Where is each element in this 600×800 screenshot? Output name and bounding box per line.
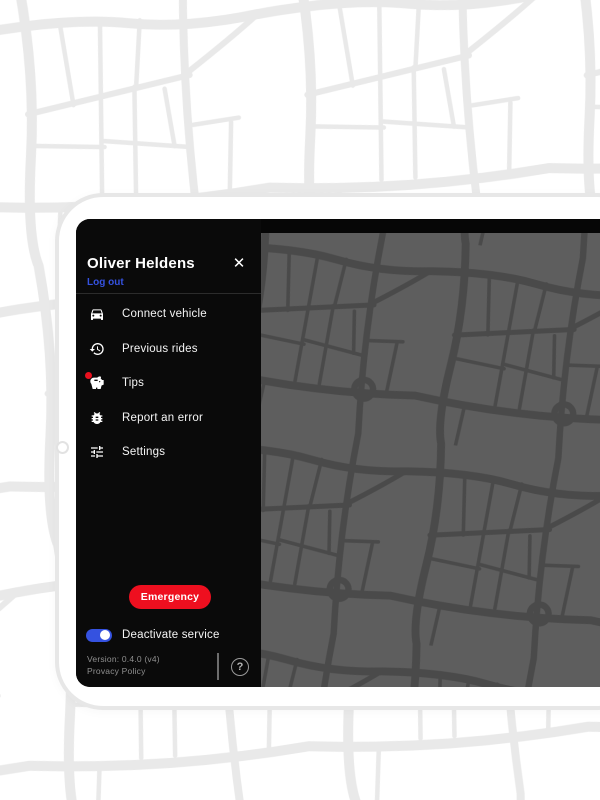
piggy-bank-icon (85, 371, 105, 392)
header-divider (76, 293, 261, 294)
bug-icon (88, 409, 105, 426)
menu-item-label: Tips (122, 377, 145, 390)
history-icon (88, 340, 105, 357)
toggle-knob (100, 630, 110, 640)
privacy-policy-link[interactable]: Provacy Policy (87, 666, 160, 678)
help-icon[interactable]: ? (231, 658, 249, 676)
deactivate-service-row: Deactivate service (76, 623, 261, 647)
menu-item-label: Report an error (122, 411, 203, 424)
menu-list: Connect vehicle Previous rides Tips Repo… (76, 297, 261, 470)
tablet-camera (56, 441, 69, 454)
notification-dot (85, 371, 92, 379)
close-icon[interactable]: ✕ (228, 253, 250, 275)
menu-item-connect-vehicle[interactable]: Connect vehicle (76, 297, 261, 332)
menu-item-label: Settings (122, 446, 166, 459)
deactivate-service-toggle[interactable] (86, 628, 112, 642)
menu-item-settings[interactable]: Settings (76, 435, 261, 470)
menu-item-label: Connect vehicle (122, 308, 207, 321)
footer-divider (217, 653, 219, 680)
logout-link[interactable]: Log out (87, 277, 124, 288)
version-text: Version: 0.4.0 (v4) (87, 654, 160, 664)
menu-item-label: Previous rides (122, 342, 198, 355)
user-name: Oliver Heldens (87, 255, 195, 272)
app-meta: Version: 0.4.0 (v4) Provacy Policy (87, 654, 160, 677)
tune-sliders-icon (88, 444, 105, 461)
deactivate-service-label: Deactivate service (122, 629, 220, 641)
map-view[interactable] (261, 233, 600, 687)
app-screen: Oliver Heldens Log out ✕ Connect vehicle… (76, 219, 600, 687)
device-mockup-scene: Oliver Heldens Log out ✕ Connect vehicle… (0, 0, 600, 800)
menu-item-report-error[interactable]: Report an error (76, 401, 261, 436)
menu-drawer: Oliver Heldens Log out ✕ Connect vehicle… (76, 219, 261, 687)
emergency-button[interactable]: Emergency (129, 585, 211, 609)
menu-item-tips[interactable]: Tips (76, 366, 261, 401)
menu-item-previous-rides[interactable]: Previous rides (76, 332, 261, 367)
car-icon (88, 306, 105, 323)
